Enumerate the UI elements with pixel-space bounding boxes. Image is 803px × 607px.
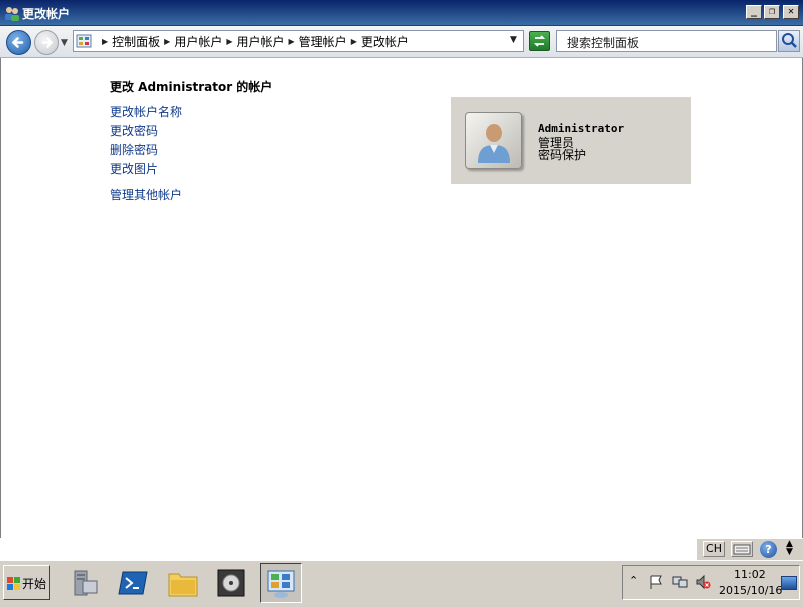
- address-dropdown-icon[interactable]: ▼: [510, 35, 517, 45]
- show-hidden-icons-icon[interactable]: ⌃: [629, 574, 638, 587]
- start-button[interactable]: 开始: [3, 565, 50, 600]
- file-explorer-button[interactable]: [162, 563, 204, 603]
- search-button[interactable]: [778, 30, 800, 52]
- minimize-button[interactable]: _: [746, 5, 762, 19]
- clock-time[interactable]: 11:02: [734, 568, 766, 581]
- breadcrumb-item-change-account[interactable]: 更改帐户: [361, 33, 409, 50]
- breadcrumb-separator-icon[interactable]: ▶: [351, 37, 357, 46]
- language-bar-options-icon[interactable]: ▲ ▼: [786, 540, 793, 557]
- refresh-icon: [533, 35, 546, 47]
- breadcrumb-separator-icon[interactable]: ▶: [164, 37, 170, 46]
- arrow-right-icon: [41, 37, 54, 48]
- breadcrumb-separator-icon[interactable]: ▶: [289, 37, 295, 46]
- powershell-button[interactable]: [112, 563, 154, 603]
- powershell-icon: [118, 571, 148, 595]
- control-panel-taskbar-button[interactable]: [260, 563, 302, 603]
- arrow-left-icon: [11, 37, 24, 48]
- start-label: 开始: [22, 577, 47, 591]
- avatar: [465, 112, 522, 169]
- keyboard-icon[interactable]: [731, 541, 753, 557]
- breadcrumb-item-user-accounts[interactable]: 用户帐户: [174, 33, 222, 50]
- refresh-button[interactable]: [529, 31, 550, 51]
- breadcrumb-item-control-panel[interactable]: 控制面板: [112, 33, 160, 50]
- input-language-button[interactable]: CH: [703, 541, 725, 557]
- users-icon: [5, 7, 19, 21]
- server-manager-button[interactable]: [64, 563, 106, 603]
- change-password-link[interactable]: 更改密码: [110, 122, 158, 139]
- network-icon[interactable]: [672, 574, 688, 590]
- media-player-button[interactable]: [210, 563, 252, 603]
- show-desktop-button[interactable]: [781, 576, 797, 590]
- server-manager-icon: [74, 570, 98, 596]
- breadcrumb-item-user-accounts-2[interactable]: 用户帐户: [237, 33, 285, 50]
- forward-button[interactable]: [34, 30, 59, 55]
- window-title: 更改帐户: [22, 7, 71, 21]
- windows-logo-icon: [7, 577, 20, 590]
- remove-password-link[interactable]: 删除密码: [110, 141, 158, 158]
- clock-date[interactable]: 2015/10/16: [719, 584, 782, 597]
- breadcrumb: ▶ 控制面板 ▶ 用户帐户 ▶ 用户帐户 ▶ 管理帐户 ▶ 更改帐户: [98, 32, 409, 50]
- user-avatar-icon: [478, 124, 510, 163]
- change-picture-link[interactable]: 更改图片: [110, 160, 158, 177]
- search-input[interactable]: 搜索控制面板: [556, 30, 777, 52]
- breadcrumb-item-manage-accounts[interactable]: 管理帐户: [299, 33, 347, 50]
- change-account-name-link[interactable]: 更改帐户名称: [110, 103, 182, 120]
- control-panel-icon: [76, 34, 92, 48]
- history-dropdown-icon[interactable]: ▼: [61, 38, 68, 48]
- close-button[interactable]: ✕: [783, 5, 799, 19]
- account-password-status: 密码保护: [538, 148, 587, 162]
- back-button[interactable]: [6, 30, 31, 55]
- restore-button[interactable]: ❐: [764, 5, 780, 19]
- action-center-flag-icon[interactable]: [648, 574, 664, 590]
- folder-icon: [168, 573, 198, 597]
- control-panel-icon: [267, 570, 295, 598]
- search-icon: [782, 33, 797, 48]
- title-bar[interactable]: 更改帐户: [0, 0, 803, 26]
- volume-muted-icon[interactable]: [695, 574, 711, 590]
- manage-other-accounts-link[interactable]: 管理其他帐户: [110, 186, 182, 203]
- breadcrumb-separator-icon[interactable]: ▶: [226, 37, 232, 46]
- breadcrumb-separator-icon[interactable]: ▶: [102, 37, 108, 46]
- help-icon[interactable]: ?: [760, 541, 777, 558]
- media-icon: [217, 569, 245, 597]
- page-title: 更改 Administrator 的帐户: [110, 80, 273, 94]
